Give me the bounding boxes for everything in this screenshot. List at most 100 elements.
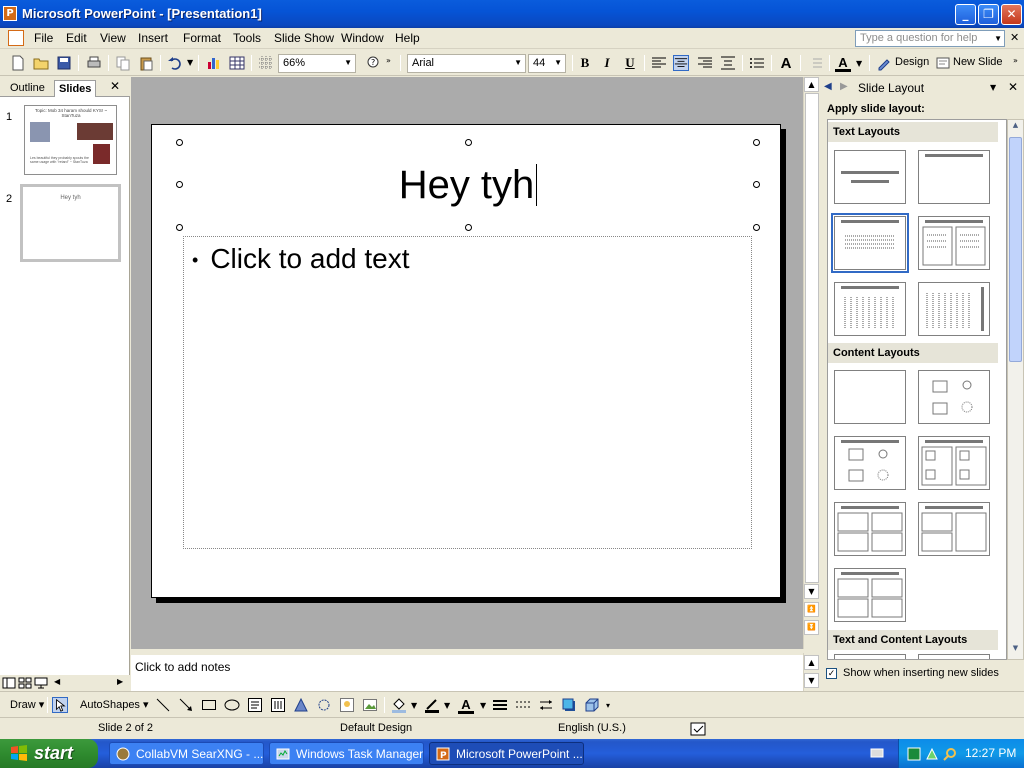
powerpoint-app-icon[interactable]: P xyxy=(3,6,17,21)
layout-title-and-content[interactable] xyxy=(834,436,906,490)
3d-style-icon[interactable] xyxy=(584,697,600,713)
oval-icon[interactable] xyxy=(224,697,240,713)
previous-slide-icon[interactable]: ⏫ xyxy=(804,602,819,617)
scroll-up-icon[interactable]: ▲ xyxy=(804,77,819,92)
print-icon[interactable] xyxy=(86,55,102,71)
taskbar-item-collabvm[interactable]: CollabVM SearXNG - ... xyxy=(109,742,264,765)
menu-tools[interactable]: Tools xyxy=(233,31,261,45)
align-center-icon[interactable] xyxy=(673,55,689,71)
scroll-up-icon[interactable]: ▲ xyxy=(1009,121,1022,134)
slide-thumbnail-2[interactable]: Hey tyh xyxy=(20,184,121,262)
menu-edit[interactable]: Edit xyxy=(66,31,87,45)
title-placeholder[interactable]: Hey tyh xyxy=(179,142,757,228)
chevron-down-icon[interactable]: ▼ xyxy=(514,58,522,67)
search-icon[interactable] xyxy=(943,747,957,761)
menu-window[interactable]: Window xyxy=(341,31,384,45)
font-color-dropdown-icon[interactable]: ▼ xyxy=(856,59,862,68)
resize-handle[interactable] xyxy=(176,139,183,146)
shadow-style-icon[interactable] xyxy=(561,697,577,713)
tray-app-icon[interactable] xyxy=(907,747,921,761)
window-titlebar[interactable]: P Microsoft PowerPoint - [Presentation1]… xyxy=(0,0,1024,28)
wordart-icon[interactable] xyxy=(293,697,309,713)
chevron-down-icon[interactable]: ▼ xyxy=(344,58,352,67)
slide-canvas[interactable]: Hey tyh • Click to add text xyxy=(151,124,781,598)
new-slide-label[interactable]: New Slide xyxy=(953,56,1003,68)
menu-format[interactable]: Format xyxy=(183,31,221,45)
layout-title-slide[interactable] xyxy=(834,150,906,204)
start-button[interactable]: start xyxy=(0,739,98,768)
grid-icon[interactable] xyxy=(258,55,274,71)
text-box-icon[interactable] xyxy=(247,697,263,713)
tab-outline[interactable]: Outline xyxy=(6,80,49,97)
resize-handle[interactable] xyxy=(176,181,183,188)
slide-show-view-icon[interactable] xyxy=(34,677,48,689)
layout-content[interactable] xyxy=(918,370,990,424)
font-size-combo[interactable]: 44 ▼ xyxy=(528,54,566,73)
task-pane-scrollbar[interactable]: ▲ ▼ xyxy=(1007,119,1024,660)
align-right-icon[interactable] xyxy=(697,55,713,71)
zoom-combo[interactable]: 66% ▼ xyxy=(278,54,356,73)
close-task-pane-icon[interactable]: ✕ xyxy=(1008,80,1018,94)
open-folder-icon[interactable] xyxy=(33,55,49,71)
distribute-icon[interactable] xyxy=(720,55,736,71)
slide-scrollbar[interactable]: ▲ ▼ ⏫ ⏬ xyxy=(803,77,819,649)
line-icon[interactable] xyxy=(155,697,171,713)
close-document-icon[interactable]: ✕ xyxy=(1010,31,1019,44)
layout-title-and-text[interactable] xyxy=(831,213,909,273)
fill-color-icon[interactable] xyxy=(391,697,407,713)
layout-partial[interactable] xyxy=(834,654,906,659)
minimize-button[interactable]: _ xyxy=(955,4,976,25)
bullets-icon[interactable] xyxy=(749,55,765,71)
draw-menu-button[interactable]: Draw ▾ xyxy=(10,698,44,711)
resize-handle[interactable] xyxy=(176,224,183,231)
layout-vertical-title-text[interactable] xyxy=(918,282,990,336)
layout-gallery[interactable]: Text Layouts Content Layouts Text and Co… xyxy=(827,119,1007,660)
resize-handle[interactable] xyxy=(465,139,472,146)
line-color-dropdown-icon[interactable]: ▼ xyxy=(444,701,450,710)
spelling-status-icon[interactable] xyxy=(690,722,706,736)
scroll-up-icon[interactable]: ▲ xyxy=(804,655,819,670)
taskbar-item-powerpoint[interactable]: P Microsoft PowerPoint ... xyxy=(429,742,584,765)
autoshapes-menu-button[interactable]: AutoShapes ▾ xyxy=(80,698,149,711)
design-icon[interactable] xyxy=(876,55,892,71)
chevron-down-icon[interactable]: ▼ xyxy=(994,31,1002,46)
help-assistant-icon[interactable]: ? xyxy=(366,55,382,71)
underline-button[interactable]: U xyxy=(622,55,638,71)
undo-icon[interactable] xyxy=(167,55,183,71)
scroll-right-icon[interactable]: ▶ xyxy=(117,677,123,686)
layout-title-4-content[interactable] xyxy=(834,568,906,622)
layout-blank[interactable] xyxy=(834,370,906,424)
close-pane-icon[interactable]: ✕ xyxy=(110,79,120,93)
line-color-icon[interactable] xyxy=(424,697,440,713)
arrow-style-icon[interactable] xyxy=(538,697,554,713)
diagram-icon[interactable] xyxy=(316,697,332,713)
scroll-down-icon[interactable]: ▼ xyxy=(1009,644,1022,657)
copy-icon[interactable] xyxy=(115,55,131,71)
layout-vertical-text[interactable] xyxy=(834,282,906,336)
font-color-icon[interactable]: A xyxy=(835,55,851,72)
layout-partial[interactable] xyxy=(918,654,990,659)
layout-title-2-content-content[interactable] xyxy=(918,502,990,556)
scroll-down-icon[interactable]: ▼ xyxy=(804,673,819,688)
slide-sorter-view-icon[interactable] xyxy=(18,677,32,689)
restore-button[interactable]: ❐ xyxy=(978,4,999,25)
resize-handle[interactable] xyxy=(465,224,472,231)
resize-handle[interactable] xyxy=(753,224,760,231)
scroll-down-icon[interactable]: ▼ xyxy=(804,584,819,599)
rectangle-icon[interactable] xyxy=(201,697,217,713)
body-placeholder-text[interactable]: Click to add text xyxy=(210,243,409,274)
new-slide-icon[interactable] xyxy=(935,55,951,71)
menu-file[interactable]: File xyxy=(34,31,53,45)
menu-view[interactable]: View xyxy=(100,31,126,45)
taskbar-item-task-manager[interactable]: Windows Task Manager xyxy=(269,742,424,765)
next-slide-icon[interactable]: ⏬ xyxy=(804,620,819,635)
body-placeholder[interactable]: • Click to add text xyxy=(183,236,752,549)
resize-handle[interactable] xyxy=(753,181,760,188)
close-button[interactable]: ✕ xyxy=(1001,4,1022,25)
show-when-inserting-option[interactable]: ✓ Show when inserting new slides xyxy=(826,667,999,679)
slide-title-text[interactable]: Hey tyh xyxy=(399,163,535,208)
slide-thumbnail-1[interactable]: Topic: Mob 34 haram should KYS! ~ StanTu… xyxy=(24,105,117,175)
normal-view-icon[interactable] xyxy=(2,677,16,689)
insert-chart-icon[interactable] xyxy=(206,55,222,71)
forward-icon[interactable]: ▶ xyxy=(840,81,848,92)
